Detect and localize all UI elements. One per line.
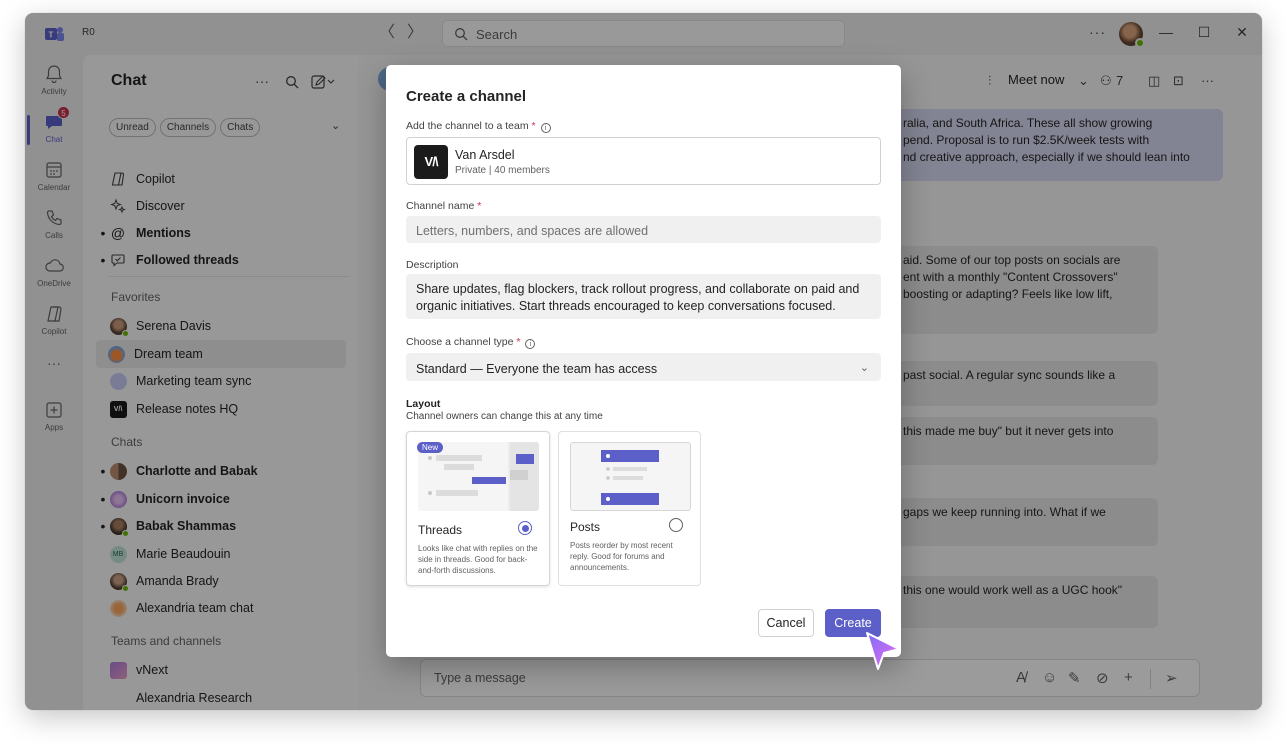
van-arsdel-logo-icon: V/\ [414, 145, 448, 179]
channel-name-placeholder: Letters, numbers, and spaces are allowed [416, 224, 649, 238]
layout-option-threads[interactable]: New Threads Looks like chat with replies… [406, 431, 550, 586]
chevron-down-icon: ⌄ [859, 362, 869, 374]
layout-title: Layout [406, 398, 441, 410]
channel-type-label: Choose a channel type * i [406, 336, 536, 349]
pointer-cursor-icon [866, 632, 900, 670]
cancel-button[interactable]: Cancel [758, 609, 814, 637]
channel-type-value: Standard — Everyone the team has access [416, 362, 658, 376]
channel-name-label: Channel name * [406, 200, 482, 212]
description-input[interactable]: Share updates, flag blockers, track roll… [406, 274, 881, 319]
create-channel-dialog: Create a channel Add the channel to a te… [386, 65, 901, 657]
posts-option-label: Posts [570, 520, 601, 534]
threads-radio[interactable] [518, 521, 532, 535]
layout-subtitle: Channel owners can change this at any ti… [406, 411, 603, 422]
team-selector[interactable]: V/\ Van Arsdel Private | 40 members [406, 137, 881, 185]
posts-option-description: Posts reorder by most recent reply. Good… [570, 541, 673, 572]
team-meta: Private | 40 members [455, 165, 550, 176]
posts-radio[interactable] [669, 518, 683, 532]
team-name: Van Arsdel [455, 148, 515, 162]
new-badge: New [417, 442, 444, 453]
info-icon[interactable]: i [540, 123, 551, 133]
channel-type-select[interactable]: Standard — Everyone the team has access … [406, 353, 881, 381]
dialog-title: Create a channel [406, 88, 527, 105]
threads-option-label: Threads [418, 523, 463, 537]
description-label: Description [406, 259, 459, 271]
layout-option-posts[interactable]: Posts Posts reorder by most recent reply… [558, 431, 701, 586]
teams-window: T R0 〈 〉 Search ··· — ☐ ✕ Activity 5 Cha… [25, 13, 1262, 710]
description-value: Share updates, flag blockers, track roll… [416, 282, 860, 313]
channel-name-input[interactable]: Letters, numbers, and spaces are allowed [406, 216, 881, 243]
info-icon[interactable]: i [525, 339, 536, 349]
posts-preview-illustration [570, 442, 691, 511]
team-field-label: Add the channel to a team * i [406, 120, 551, 133]
threads-option-description: Looks like chat with replies on the side… [418, 544, 538, 575]
